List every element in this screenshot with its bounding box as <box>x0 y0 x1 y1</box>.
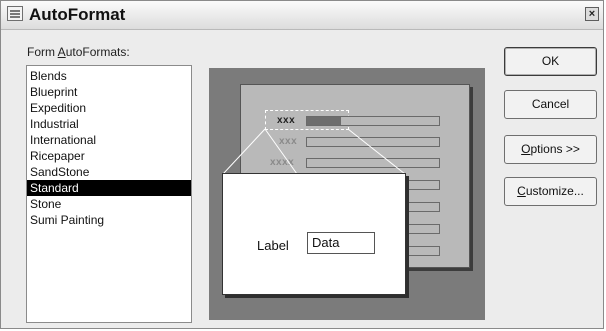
cancel-button[interactable]: Cancel <box>504 90 597 119</box>
options-button[interactable]: Options >> <box>504 135 597 164</box>
close-icon[interactable]: × <box>585 7 599 21</box>
list-item[interactable]: Ricepaper <box>27 148 191 164</box>
options-label: ptions >> <box>530 142 580 156</box>
zoomed-control-preview: Label Data <box>222 173 406 295</box>
autoformats-list-label: Form AutoFormats: <box>27 45 130 59</box>
list-item[interactable]: International <box>27 132 191 148</box>
list-item[interactable]: SandStone <box>27 164 191 180</box>
list-label-suffix: utoFormats: <box>65 45 130 59</box>
list-item[interactable]: Industrial <box>27 116 191 132</box>
autoformats-list[interactable]: Blends Blueprint Expedition Industrial I… <box>26 65 192 323</box>
zoom-label: Label <box>257 238 289 253</box>
list-item[interactable]: Blueprint <box>27 84 191 100</box>
dialog-title: AutoFormat <box>29 5 126 24</box>
list-label-mnemonic: A <box>57 45 66 59</box>
list-item[interactable]: Blends <box>27 68 191 84</box>
title-bar: AutoFormat × <box>1 1 603 30</box>
ok-button[interactable]: OK <box>504 47 597 76</box>
list-item[interactable]: Sumi Painting <box>27 212 191 228</box>
customize-button[interactable]: Customize... <box>504 177 597 206</box>
customize-mnemonic: C <box>517 184 526 198</box>
format-preview: xxx xxx xxxx Label Data <box>209 68 485 320</box>
list-label-prefix: Form <box>27 45 58 59</box>
autoformat-dialog: AutoFormat × Form AutoFormats: Blends Bl… <box>0 0 604 329</box>
list-item[interactable]: Expedition <box>27 100 191 116</box>
list-item-selected[interactable]: Standard <box>27 180 191 196</box>
list-item[interactable]: Stone <box>27 196 191 212</box>
zoom-data-field: Data <box>307 232 375 254</box>
form-icon <box>7 6 23 21</box>
customize-label: ustomize... <box>525 184 584 198</box>
